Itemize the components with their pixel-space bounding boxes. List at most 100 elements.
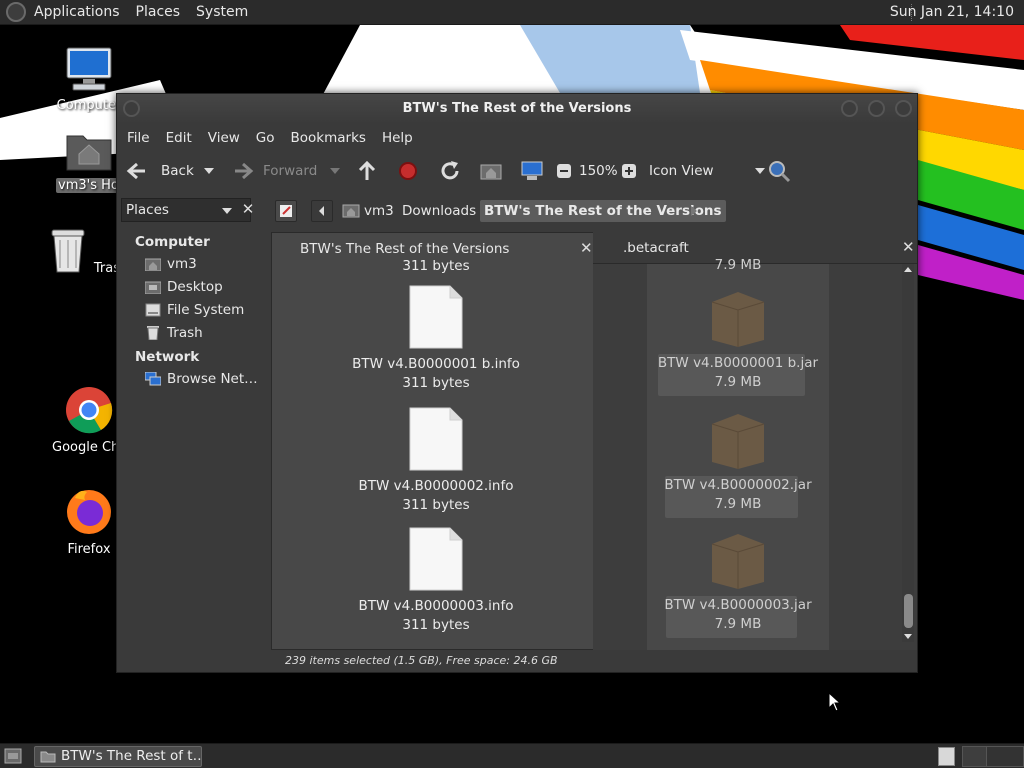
menu-applications[interactable]: Applications [26, 0, 128, 25]
vertical-scrollbar[interactable] [902, 264, 914, 642]
computer-icon [521, 161, 543, 180]
computer-button[interactable] [521, 152, 543, 190]
breadcrumb-vm3[interactable]: vm3 [339, 200, 397, 222]
menu-places[interactable]: Places [128, 0, 189, 25]
sidebar-selector[interactable]: Places [121, 198, 251, 222]
reload-icon [441, 161, 459, 180]
sidebar: Computer vm3 Desktop File System Trash N… [117, 226, 269, 650]
sidebar-item-vm3[interactable]: vm3 [145, 254, 197, 274]
zoom-in-button[interactable] [621, 152, 637, 190]
close-sidebar-button[interactable]: ✕ [237, 198, 259, 222]
sidebar-item-trash[interactable]: Trash [145, 323, 203, 343]
file-name: BTW v4.B0000003.info [358, 598, 514, 614]
zoom-level[interactable]: 150% [579, 152, 618, 190]
forward-history-dropdown[interactable] [329, 152, 341, 190]
stop-button[interactable] [398, 152, 418, 190]
zoom-out-button[interactable] [556, 152, 572, 190]
file-name: BTW v4.B0000001 b.jar [657, 355, 819, 371]
file-name: BTW v4.B0000003.jar [664, 597, 812, 613]
menu-edit[interactable]: Edit [158, 130, 200, 146]
sidebar-item-label: vm3 [167, 256, 197, 272]
arrow-up-icon [358, 160, 376, 180]
network-icon [145, 372, 161, 386]
back-button[interactable]: Back [125, 152, 194, 190]
tab-close-button[interactable]: ✕ [580, 233, 593, 265]
partial-file-item[interactable]: 311 bytes [346, 257, 526, 276]
text-file-icon [409, 527, 463, 591]
close-button[interactable] [895, 100, 912, 117]
file-size: 311 bytes [402, 497, 470, 513]
clock[interactable]: Sun Jan 21, 14:10 [890, 0, 1014, 25]
workspace-2[interactable] [986, 746, 1024, 767]
menu-view[interactable]: View [200, 130, 248, 146]
window-title: BTW's The Rest of the Versions [402, 101, 632, 116]
menu-system[interactable]: System [188, 0, 256, 25]
text-file-icon [409, 407, 463, 471]
sidebar-item-label: Desktop [167, 279, 223, 295]
sidebar-item-file-system[interactable]: File System [145, 300, 244, 320]
text-file-icon [409, 285, 463, 349]
drive-icon [145, 303, 161, 317]
path-scroll-left-button[interactable] [311, 200, 333, 222]
path-scroll-right-button[interactable] [689, 205, 699, 221]
home-folder-icon [342, 204, 360, 218]
sidebar-item-label: Browse Net… [167, 371, 258, 387]
distro-logo-icon[interactable] [6, 2, 26, 22]
computer-icon [66, 47, 112, 91]
forward-button[interactable]: Forward [231, 152, 317, 190]
reload-button[interactable] [439, 152, 461, 190]
forward-label: Forward [263, 163, 318, 179]
sidebar-item-label: File System [167, 302, 245, 318]
file-item[interactable]: BTW v4.B0000002.jar 7.9 MB [648, 406, 828, 518]
edit-icon [280, 205, 292, 217]
status-bar: 239 items selected (1.5 GB), Free space:… [285, 654, 558, 667]
toggle-location-entry-button[interactable] [275, 200, 297, 222]
sidebar-selector-label: Places [126, 202, 169, 218]
chevron-down-icon [204, 168, 214, 174]
bottom-panel: BTW's The Rest of t… [0, 743, 1024, 768]
zoom-level-label: 150% [579, 163, 618, 179]
arrow-left-icon [126, 162, 145, 180]
menu-help[interactable]: Help [374, 130, 421, 146]
maximize-button[interactable] [868, 100, 885, 117]
tab-close-button[interactable]: ✕ [902, 232, 915, 264]
file-item[interactable]: BTW v4.B0000003.info 311 bytes [346, 527, 526, 635]
back-history-dropdown[interactable] [203, 152, 215, 190]
home-button[interactable] [480, 152, 502, 190]
search-button[interactable] [767, 152, 791, 190]
file-size: 7.9 MB [714, 616, 762, 632]
trash-icon [147, 326, 159, 340]
sidebar-item-desktop[interactable]: Desktop [145, 277, 223, 297]
package-icon [711, 292, 765, 347]
sidebar-header-network: Network [135, 349, 200, 365]
chrome-icon [66, 387, 113, 434]
zoom-in-icon [622, 164, 636, 178]
folder-icon [40, 751, 56, 763]
taskbar-window-button[interactable]: BTW's The Rest of t… [34, 746, 202, 767]
file-size: 7.9 MB [714, 374, 762, 390]
file-item[interactable]: BTW v4.B0000001 b.jar 7.9 MB [648, 284, 828, 396]
breadcrumb-label: vm3 [364, 203, 394, 219]
file-item[interactable]: BTW v4.B0000002.info 311 bytes [346, 407, 526, 515]
show-desktop-icon[interactable] [4, 748, 22, 764]
file-item[interactable]: BTW v4.B0000003.jar 7.9 MB [648, 526, 828, 638]
menu-go[interactable]: Go [248, 130, 283, 146]
trash-applet-icon[interactable] [938, 747, 955, 766]
sidebar-item-browse-network[interactable]: Browse Net… [145, 369, 258, 389]
home-icon [480, 164, 502, 180]
menu-file[interactable]: File [119, 130, 158, 146]
titlebar[interactable]: BTW's The Rest of the Versions [117, 94, 917, 124]
menu-bookmarks[interactable]: Bookmarks [283, 130, 374, 146]
minimize-button[interactable] [841, 100, 858, 117]
sidebar-item-label: Trash [167, 325, 203, 341]
firefox-icon [67, 490, 111, 534]
file-name: BTW v4.B0000002.jar [664, 477, 812, 493]
breadcrumb-downloads[interactable]: Downloads [399, 200, 479, 222]
desktop-icon-label: Computer [56, 98, 122, 113]
file-item[interactable]: BTW v4.B0000001 b.info 311 bytes [346, 285, 526, 393]
taskbar-window-label: BTW's The Rest of t… [61, 748, 202, 764]
chevron-left-icon [319, 206, 324, 216]
up-button[interactable] [357, 152, 377, 190]
partial-file-item[interactable]: 7.9 MB [648, 256, 828, 275]
view-mode-select[interactable]: Icon View [649, 152, 766, 190]
